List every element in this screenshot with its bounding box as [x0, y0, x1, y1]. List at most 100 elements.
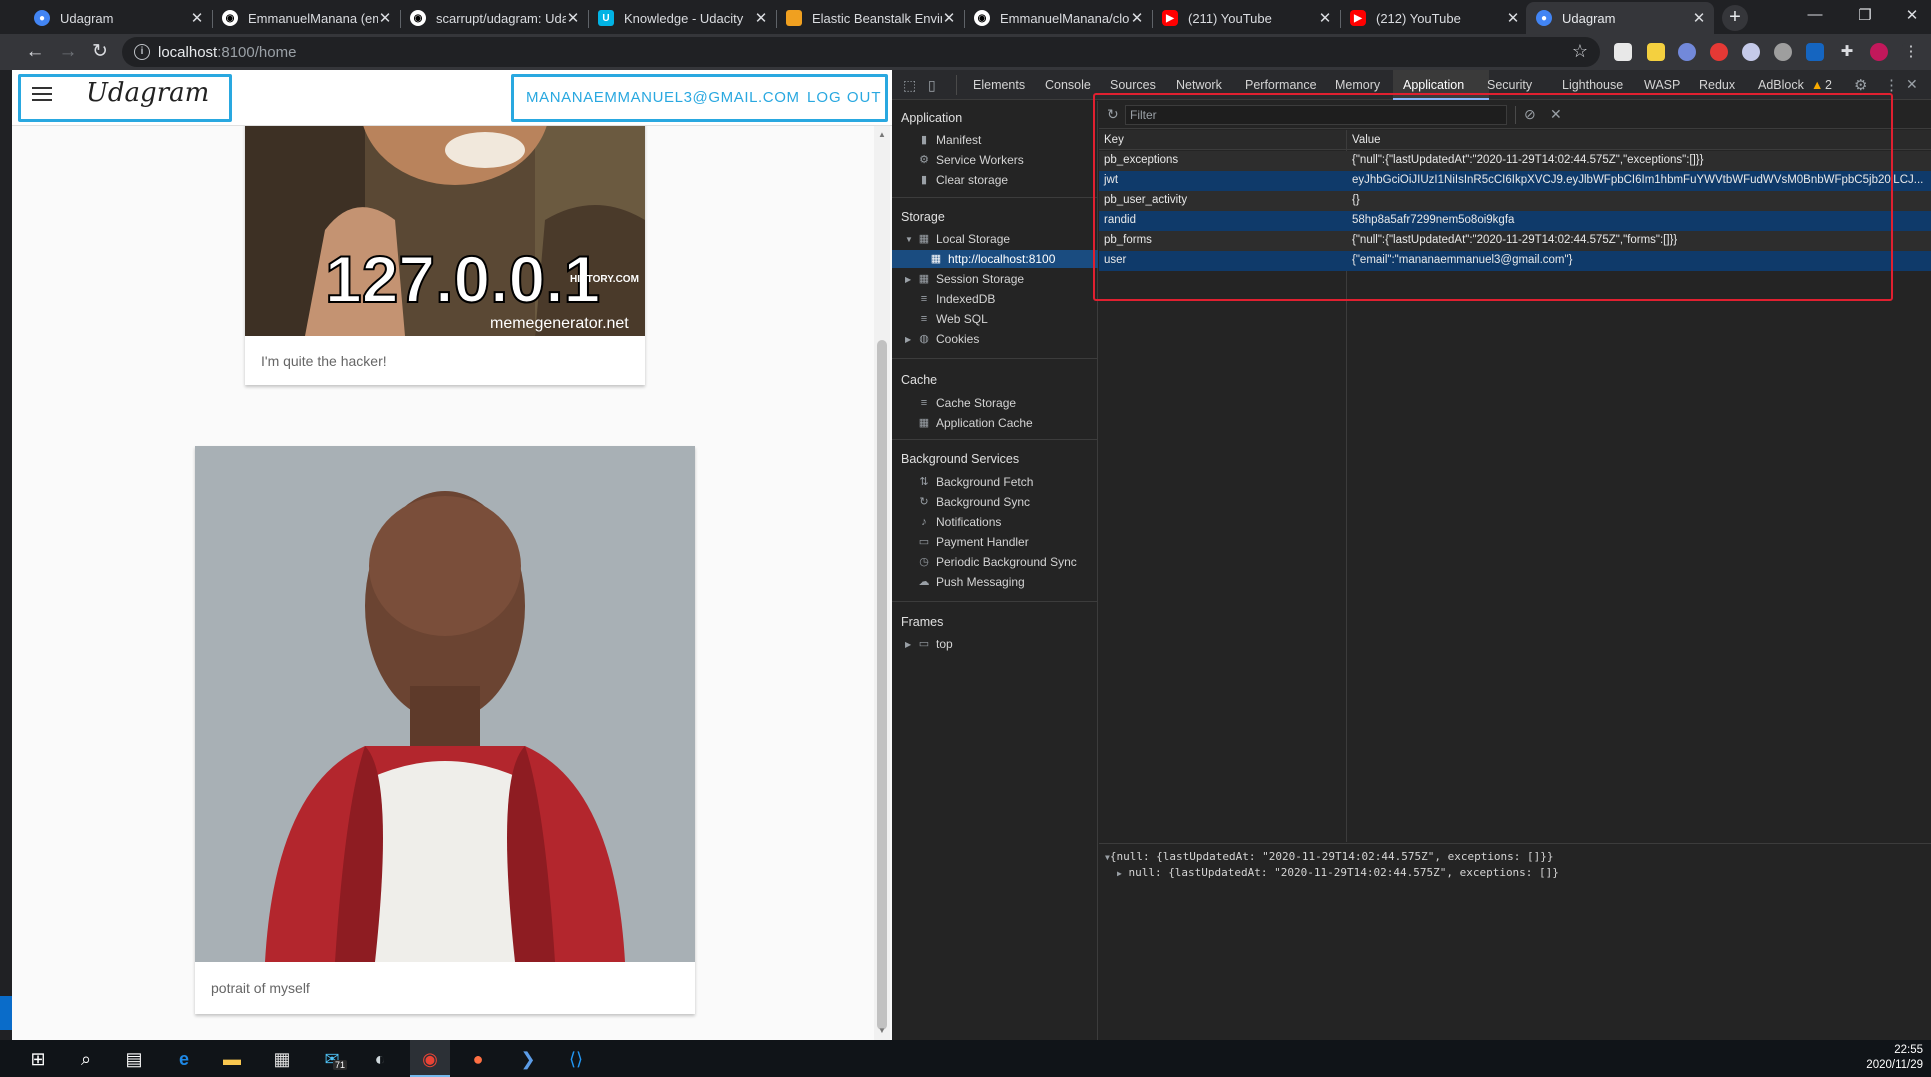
- collapse-arrow-icon[interactable]: ▶: [905, 335, 911, 344]
- settings-gear-icon[interactable]: ⚙: [1854, 76, 1867, 94]
- restore-icon[interactable]: ❐: [1850, 6, 1880, 24]
- close-icon[interactable]: ✕: [942, 9, 956, 27]
- sidebar-item-cache-storage[interactable]: Cache Storage: [936, 396, 1016, 410]
- tab-application[interactable]: Application: [1403, 78, 1464, 92]
- sidebar-item-local-storage[interactable]: Local Storage: [936, 232, 1010, 246]
- sidebar-item-periodic-background-sync[interactable]: Periodic Background Sync: [936, 555, 1077, 569]
- close-devtools-icon[interactable]: ✕: [1906, 76, 1918, 93]
- sidebar-item-payment-handler[interactable]: Payment Handler: [936, 535, 1029, 549]
- extension-icon[interactable]: [1806, 43, 1824, 61]
- site-info-icon[interactable]: i: [134, 44, 150, 60]
- edge-icon[interactable]: e: [172, 1047, 196, 1071]
- device-toolbar-icon[interactable]: ▯: [928, 77, 936, 94]
- extension-icon[interactable]: [1710, 43, 1728, 61]
- tab-lighthouse[interactable]: Lighthouse: [1562, 78, 1623, 92]
- windows-start-icon[interactable]: ⊞: [26, 1047, 50, 1071]
- vscode-icon[interactable]: ⟨⟩: [564, 1047, 588, 1071]
- sidebar-item-push-messaging[interactable]: Push Messaging: [936, 575, 1025, 589]
- close-icon[interactable]: ✕: [378, 9, 392, 27]
- browser-tab[interactable]: ● Udagram ✕: [24, 2, 212, 34]
- inspect-element-icon[interactable]: ⬚: [903, 77, 916, 94]
- extension-icon[interactable]: [1614, 43, 1632, 61]
- sidebar-item-web-sql[interactable]: Web SQL: [936, 312, 988, 326]
- powershell-icon[interactable]: ❯: [516, 1047, 540, 1071]
- close-icon[interactable]: ✕: [1130, 9, 1144, 27]
- preview-line[interactable]: ▶ null: {lastUpdatedAt: "2020-11-29T14:0…: [1117, 866, 1559, 879]
- browser-tab[interactable]: ◉ scarrupt/udagram: Uda ✕: [400, 2, 588, 34]
- scrollbar-thumb[interactable]: [877, 340, 887, 1030]
- avatar[interactable]: [1870, 43, 1888, 61]
- extension-icon[interactable]: [1774, 43, 1792, 61]
- logout-button[interactable]: LOG OUT: [807, 89, 882, 106]
- sidebar-item-background-fetch[interactable]: Background Fetch: [936, 475, 1033, 489]
- extension-icon[interactable]: [1678, 43, 1696, 61]
- collapse-arrow-icon[interactable]: ▶: [905, 640, 911, 649]
- close-icon[interactable]: ✕: [754, 9, 768, 27]
- page-scrollbar[interactable]: ▲ ▼: [874, 126, 890, 1040]
- sidebar-item-top-frame[interactable]: top: [936, 637, 953, 651]
- tab-security[interactable]: Security: [1487, 78, 1532, 92]
- scroll-down-icon[interactable]: ▼: [878, 1026, 886, 1035]
- close-window-icon[interactable]: ✕: [1897, 6, 1927, 24]
- warning-count[interactable]: 2: [1825, 78, 1832, 92]
- warning-icon[interactable]: ▲: [1811, 78, 1823, 92]
- sidebar-item-application-cache[interactable]: Application Cache: [936, 416, 1033, 430]
- close-icon[interactable]: ✕: [190, 9, 204, 27]
- minimize-icon[interactable]: —: [1800, 6, 1830, 23]
- sidebar-item-notifications[interactable]: Notifications: [936, 515, 1001, 529]
- system-clock[interactable]: 22:55 2020/11/29: [1866, 1043, 1923, 1073]
- store-icon[interactable]: ▦: [270, 1047, 294, 1071]
- close-icon[interactable]: ✕: [1506, 9, 1520, 27]
- tab-redux[interactable]: Redux: [1699, 78, 1735, 92]
- browser-tab[interactable]: U Knowledge - Udacity ✕: [588, 2, 776, 34]
- browser-tab[interactable]: ▶ (212) YouTube ✕: [1340, 2, 1528, 34]
- tab-elements[interactable]: Elements: [973, 78, 1025, 92]
- extension-icon[interactable]: [1647, 43, 1665, 61]
- collapse-arrow-icon[interactable]: ▶: [1117, 869, 1122, 878]
- new-tab-button[interactable]: +: [1722, 5, 1748, 31]
- postman-icon[interactable]: ●: [466, 1047, 490, 1071]
- extension-icon[interactable]: [1742, 43, 1760, 61]
- close-icon[interactable]: ✕: [1318, 9, 1332, 27]
- tab-wasp[interactable]: WASP: [1644, 78, 1680, 92]
- search-icon[interactable]: ⌕: [74, 1047, 98, 1071]
- sidebar-item-service-workers[interactable]: Service Workers: [936, 153, 1024, 167]
- address-bar[interactable]: i localhost:8100/home ☆: [122, 37, 1600, 67]
- scroll-up-icon[interactable]: ▲: [878, 130, 886, 139]
- tab-memory[interactable]: Memory: [1335, 78, 1380, 92]
- sidebar-item-clear-storage[interactable]: Clear storage: [936, 173, 1008, 187]
- menu-icon[interactable]: [32, 87, 52, 103]
- expand-arrow-icon[interactable]: ▼: [905, 235, 913, 244]
- bookmark-star-icon[interactable]: ☆: [1572, 41, 1588, 62]
- browser-tab[interactable]: Elastic Beanstalk Enviro ✕: [776, 2, 964, 34]
- forward-icon[interactable]: →: [54, 38, 82, 66]
- collapse-arrow-icon[interactable]: ▶: [905, 275, 911, 284]
- url-text[interactable]: localhost:8100/home: [158, 44, 296, 61]
- back-icon[interactable]: ←: [21, 38, 49, 66]
- chrome-icon[interactable]: ◉: [418, 1047, 442, 1071]
- preview-line[interactable]: ▼{null: {lastUpdatedAt: "2020-11-29T14:0…: [1105, 850, 1554, 863]
- browser-tab-active[interactable]: ● Udagram ✕: [1526, 2, 1714, 34]
- browser-tab[interactable]: ◉ EmmanuelManana/clo ✕: [964, 2, 1152, 34]
- sidebar-item-localhost[interactable]: http://localhost:8100: [948, 252, 1055, 266]
- puzzle-icon[interactable]: ✚: [1838, 43, 1856, 61]
- sidebar-item-indexeddb[interactable]: IndexedDB: [936, 292, 995, 306]
- more-menu-icon[interactable]: ⋮: [1902, 43, 1920, 61]
- sidebar-item-manifest[interactable]: Manifest: [936, 133, 981, 147]
- browser-tab[interactable]: ▶ (211) YouTube ✕: [1152, 2, 1340, 34]
- tab-sources[interactable]: Sources: [1110, 78, 1156, 92]
- sidebar-item-cookies[interactable]: Cookies: [936, 332, 979, 346]
- app-icon[interactable]: ◐: [368, 1047, 392, 1071]
- sidebar-item-background-sync[interactable]: Background Sync: [936, 495, 1030, 509]
- tab-performance[interactable]: Performance: [1245, 78, 1317, 92]
- tab-network[interactable]: Network: [1176, 78, 1222, 92]
- task-view-icon[interactable]: ▤: [122, 1047, 146, 1071]
- sidebar-item-session-storage[interactable]: Session Storage: [936, 272, 1024, 286]
- close-icon[interactable]: ✕: [1692, 9, 1706, 27]
- close-icon[interactable]: ✕: [566, 9, 580, 27]
- reload-icon[interactable]: ↻: [86, 38, 114, 66]
- tab-console[interactable]: Console: [1045, 78, 1091, 92]
- file-explorer-icon[interactable]: ▬: [220, 1047, 244, 1071]
- tab-adblock[interactable]: AdBlock: [1758, 78, 1804, 92]
- more-options-icon[interactable]: ⋮: [1884, 76, 1899, 94]
